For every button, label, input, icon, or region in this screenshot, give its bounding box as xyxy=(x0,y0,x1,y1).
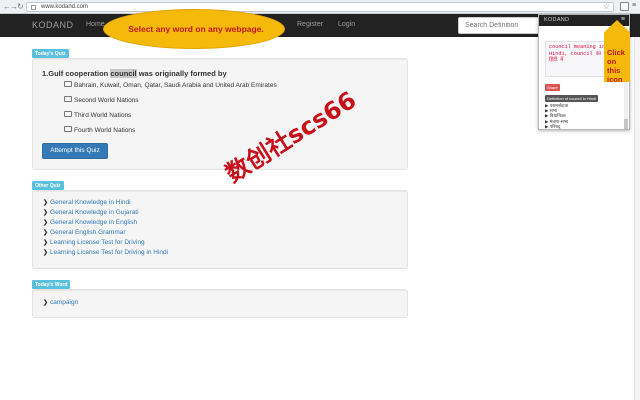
quiz-link[interactable]: Learning License Test for Driving xyxy=(50,239,145,246)
nav-register-link[interactable]: Register xyxy=(297,21,323,28)
browser-toolbar: ← → ↻ www.kodand.com ☆ ≡ xyxy=(0,0,640,14)
quiz-option[interactable]: Third World Nations xyxy=(64,111,132,119)
list-item[interactable]: ❯ General English Grammar xyxy=(43,229,126,236)
quiz-option[interactable]: Second World Nations xyxy=(64,96,139,104)
tooltip-bubble-text: Select any word on any webpage. xyxy=(128,24,264,34)
chevron-right-icon: ❯ xyxy=(43,240,49,246)
quiz-link[interactable]: Learning License Test for Driving in Hin… xyxy=(50,249,168,256)
site-brand[interactable]: KODAND xyxy=(32,20,74,30)
list-item[interactable]: ❯ General Knowledge in Hindi xyxy=(43,199,131,206)
quiz-link[interactable]: General Knowledge in Hindi xyxy=(50,199,131,206)
hand-pointer-icon xyxy=(64,111,72,118)
other-quiz-section-label: Other Quiz xyxy=(32,181,64,190)
option-label: Third World Nations xyxy=(74,112,132,119)
todays-word-panel xyxy=(32,289,408,318)
definition-list: ▶ परामर्शदाता ▶ सभा ▶ विधायिका ▶ मंत्रणा… xyxy=(545,103,568,129)
chevron-right-icon: ❯ xyxy=(43,210,49,216)
option-label: Bahrain, Kuwait, Oman, Qatar, Saudi Arab… xyxy=(74,82,277,89)
list-item[interactable]: ❯ campaign xyxy=(43,299,78,306)
list-item[interactable]: ❯ General Knowledge in Gujarati xyxy=(43,209,139,216)
option-label: Second World Nations xyxy=(74,97,139,104)
page-scrollbar[interactable] xyxy=(634,37,640,400)
quiz-link[interactable]: General English Grammar xyxy=(50,229,126,236)
quiz-section-label: Today's Quiz xyxy=(32,49,69,58)
chevron-right-icon: ❯ xyxy=(43,200,49,206)
hand-pointer-icon xyxy=(64,81,72,88)
callout-text: Click on this icon xyxy=(607,48,625,84)
chevron-right-icon: ❯ xyxy=(43,230,49,236)
question-text-end: was originally formed by xyxy=(136,69,227,78)
question-text-start: Gulf cooperation xyxy=(48,69,111,78)
page-icon xyxy=(31,5,36,10)
word-link[interactable]: campaign xyxy=(50,299,78,306)
quiz-question: 1.Gulf cooperation council was originall… xyxy=(42,69,227,78)
definition-item[interactable]: ▶ विधायिका xyxy=(545,113,568,118)
address-bar[interactable]: www.kodand.com ☆ xyxy=(26,2,614,12)
list-item[interactable]: ❯ Learning License Test for Driving xyxy=(43,239,145,246)
share-badge[interactable]: Share xyxy=(545,84,560,91)
quiz-option[interactable]: Fourth World Nations xyxy=(64,126,136,134)
reload-icon[interactable]: ↻ xyxy=(17,3,24,11)
definition-item[interactable]: ▶ परिषद् xyxy=(545,124,568,129)
nav-home-link[interactable]: Home xyxy=(86,21,105,28)
todays-word-section-label: Today's Word xyxy=(32,280,71,289)
chevron-right-icon: ❯ xyxy=(43,220,49,226)
hamburger-menu-icon[interactable]: ≡ xyxy=(621,16,625,24)
hand-pointer-icon xyxy=(64,96,72,103)
popup-scroll-thumb[interactable] xyxy=(624,119,628,129)
nav-login-link[interactable]: Login xyxy=(338,21,355,28)
chevron-right-icon: ❯ xyxy=(43,250,49,256)
list-item[interactable]: ❯ General Knowledge in English xyxy=(43,219,137,226)
bookmark-star-icon[interactable]: ☆ xyxy=(603,3,610,11)
quiz-option[interactable]: Bahrain, Kuwait, Oman, Qatar, Saudi Arab… xyxy=(64,81,277,89)
option-label: Fourth World Nations xyxy=(74,127,136,134)
browser-menu-icon[interactable]: ≡ xyxy=(632,2,636,10)
extension-icon[interactable] xyxy=(620,2,629,11)
attempt-quiz-button[interactable]: Attempt this Quiz xyxy=(42,143,108,159)
popup-title: KODAND xyxy=(544,17,570,23)
hand-pointer-icon xyxy=(64,126,72,133)
search-input[interactable] xyxy=(458,17,542,34)
url-text: www.kodand.com xyxy=(41,4,89,10)
quiz-link[interactable]: General Knowledge in Gujarati xyxy=(50,209,139,216)
quiz-link[interactable]: General Knowledge in English xyxy=(50,219,137,226)
definition-label: Definition of council in Hindi xyxy=(545,95,599,102)
chevron-right-icon: ❯ xyxy=(43,300,49,306)
list-item[interactable]: ❯ Learning License Test for Driving in Hi… xyxy=(43,249,168,256)
selected-word[interactable]: council xyxy=(110,69,137,78)
